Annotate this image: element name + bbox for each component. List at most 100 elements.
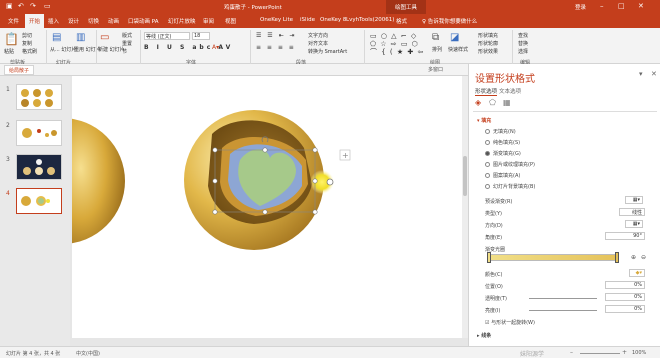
shapes-gallery[interactable]: ▭ ○ △ ⌐ ◇ ⬠ ☆ ⇨ ▭ ⬡ ⌒ { ( ★ ✚ ⇦ — [370, 32, 426, 56]
convert-smartart-button[interactable]: 转换为 SmartArt — [308, 48, 347, 55]
pattern-fill-option[interactable]: 图案填充(A) — [485, 172, 520, 179]
shape-outline-button[interactable]: 形状轮廓 — [478, 40, 498, 47]
tab-animations[interactable]: 动画 — [108, 17, 119, 25]
effects-icon[interactable]: ⬠ — [489, 98, 496, 107]
multi-window-button[interactable]: 多窗口 — [428, 66, 443, 73]
preset-gradient-dropdown[interactable]: ▦▾ — [625, 196, 643, 204]
slide-thumbnail-2[interactable] — [16, 120, 62, 146]
zoom-out-icon[interactable]: – — [570, 349, 573, 356]
tab-pocket-animation[interactable]: 口袋动画 PA — [128, 17, 158, 25]
arrange-icon[interactable]: ⧉ — [432, 32, 439, 43]
slide-background-fill-option[interactable]: 幻灯片背景填充(B) — [485, 183, 535, 190]
brightness-input[interactable]: 0% — [605, 305, 645, 313]
slides-from-outline-button[interactable]: 从... 幻灯片 — [50, 46, 76, 53]
tab-onekey-lite[interactable]: OneKey Lite — [260, 17, 293, 23]
gradient-stops-bar[interactable] — [487, 254, 619, 261]
scrollbar-thumb[interactable] — [463, 156, 467, 196]
save-icon[interactable]: ▣ — [6, 2, 13, 10]
tell-me-search[interactable]: ♀ 告诉我你想要做什么 — [422, 17, 477, 25]
fill-section-header[interactable]: ▾ 填充 — [477, 117, 491, 124]
solid-fill-option[interactable]: 纯色填充(S) — [485, 139, 520, 146]
new-slide-icon[interactable]: ▭ — [100, 32, 109, 43]
zoom-slider[interactable] — [580, 353, 620, 354]
slide-canvas[interactable]: + — [62, 76, 462, 338]
zoom-in-icon[interactable]: + — [622, 349, 627, 356]
transparency-input[interactable]: 0% — [605, 293, 645, 301]
tab-shape-options[interactable]: 形状选项 — [475, 87, 498, 96]
cut-button[interactable]: 剪切 — [22, 32, 32, 39]
undo-icon[interactable]: ↶ — [18, 2, 24, 10]
tab-transitions[interactable]: 切换 — [88, 17, 99, 25]
fill-line-icon[interactable]: ◈ — [475, 98, 481, 107]
picture-fill-option[interactable]: 图片或纹理填充(P) — [485, 161, 535, 168]
tab-lvyhtools[interactable]: LvyhTools(20061) — [346, 17, 394, 23]
brightness-slider[interactable] — [529, 310, 597, 311]
arrange-button[interactable]: 排列 — [432, 46, 442, 53]
pane-close-icon[interactable]: ✕ — [651, 70, 657, 78]
tab-review[interactable]: 审阅 — [203, 17, 214, 25]
transparency-slider[interactable] — [529, 298, 597, 299]
direction-dropdown[interactable]: ▦▾ — [625, 220, 643, 228]
type-dropdown[interactable]: 线性 — [619, 208, 645, 216]
tab-file[interactable]: 文件 — [8, 17, 19, 25]
paste-icon[interactable]: 📋 — [4, 32, 19, 46]
reset-button[interactable]: 重置 — [122, 40, 132, 47]
rotate-with-shape-checkbox[interactable]: ☑ 与形状一起旋转(W) — [485, 319, 535, 326]
pane-menu-icon[interactable]: ▾ — [639, 70, 643, 78]
minimize-icon[interactable]: – — [600, 2, 604, 10]
gradient-fill-option[interactable]: 渐变填充(G) — [485, 150, 521, 157]
zoom-level[interactable]: 100% — [632, 350, 646, 356]
close-icon[interactable]: ✕ — [638, 2, 644, 10]
format-painter-button[interactable]: 格式刷 — [22, 48, 37, 55]
tab-home[interactable]: 开始 — [25, 14, 45, 28]
gradient-stop-handle[interactable] — [487, 252, 491, 263]
document-tab[interactable]: 给局散子 — [4, 65, 35, 75]
reuse-slide-icon[interactable]: ▥ — [76, 32, 85, 43]
quick-styles-button[interactable]: 快速样式 — [448, 46, 468, 53]
tab-format[interactable]: 格式 — [396, 17, 407, 25]
tab-view[interactable]: 视图 — [225, 17, 236, 25]
outline-slide-icon[interactable]: ▤ — [52, 32, 61, 43]
slide-thumbnail-3[interactable] — [16, 154, 62, 180]
color-picker[interactable]: ◆▾ — [629, 269, 645, 277]
line-section-header[interactable]: ▸ 线条 — [477, 332, 491, 339]
font-size-select[interactable]: 18 — [192, 32, 210, 40]
paste-button[interactable]: 粘贴 — [4, 48, 14, 55]
layout-button[interactable]: 版式 — [122, 32, 132, 39]
tab-text-options[interactable]: 文本选项 — [499, 87, 521, 95]
shape-fill-button[interactable]: 形状填充 — [478, 32, 498, 39]
maximize-icon[interactable]: □ — [618, 2, 625, 10]
tab-onekey8[interactable]: OneKey 8 — [320, 17, 346, 23]
font-format-buttons[interactable]: B I U S abc AV — [144, 44, 233, 51]
angle-input[interactable]: 90° — [605, 232, 645, 240]
section-button[interactable]: 节 — [122, 48, 127, 55]
replace-button[interactable]: 替换 — [518, 40, 528, 47]
remove-stop-icon[interactable]: ⊖ — [641, 254, 646, 261]
tab-slideshow[interactable]: 幻灯片放映 — [168, 17, 196, 25]
font-color-icon[interactable]: A▾ — [212, 44, 219, 51]
add-stop-icon[interactable]: ⊕ — [631, 254, 636, 261]
shape-effects-button[interactable]: 形状效果 — [478, 48, 498, 55]
align-buttons[interactable]: ≡ ≡ ≡ ≡ — [256, 44, 296, 51]
slide-thumbnail-1[interactable] — [16, 84, 62, 110]
position-input[interactable]: 0% — [605, 281, 645, 289]
copy-button[interactable]: 复制 — [22, 40, 32, 47]
tab-insert[interactable]: 插入 — [48, 17, 59, 25]
list-buttons[interactable]: ☰ ☰ ⇤ ⇥ — [256, 32, 297, 39]
size-properties-icon[interactable]: ▦ — [503, 98, 511, 107]
select-button[interactable]: 选择 — [518, 48, 528, 55]
no-fill-option[interactable]: 无填充(N) — [485, 128, 516, 135]
font-name-select[interactable]: 等线 (正文) — [144, 32, 190, 40]
tab-islide[interactable]: iSlide — [300, 17, 315, 23]
redo-icon[interactable]: ↷ — [30, 2, 36, 10]
align-text-button[interactable]: 对齐文本 — [308, 40, 328, 47]
tab-design[interactable]: 设计 — [68, 17, 79, 25]
language-indicator[interactable]: 中文(中国) — [76, 350, 100, 357]
find-button[interactable]: 查找 — [518, 32, 528, 39]
new-slide-button[interactable]: 新建 幻灯片 — [98, 46, 125, 53]
text-direction-button[interactable]: 文字方向 — [308, 32, 328, 39]
gradient-stop-handle[interactable] — [615, 252, 619, 263]
sign-in-link[interactable]: 登录 — [575, 3, 586, 11]
slide-thumbnail-4[interactable] — [16, 188, 62, 214]
start-slideshow-icon[interactable]: ▭ — [44, 2, 51, 10]
